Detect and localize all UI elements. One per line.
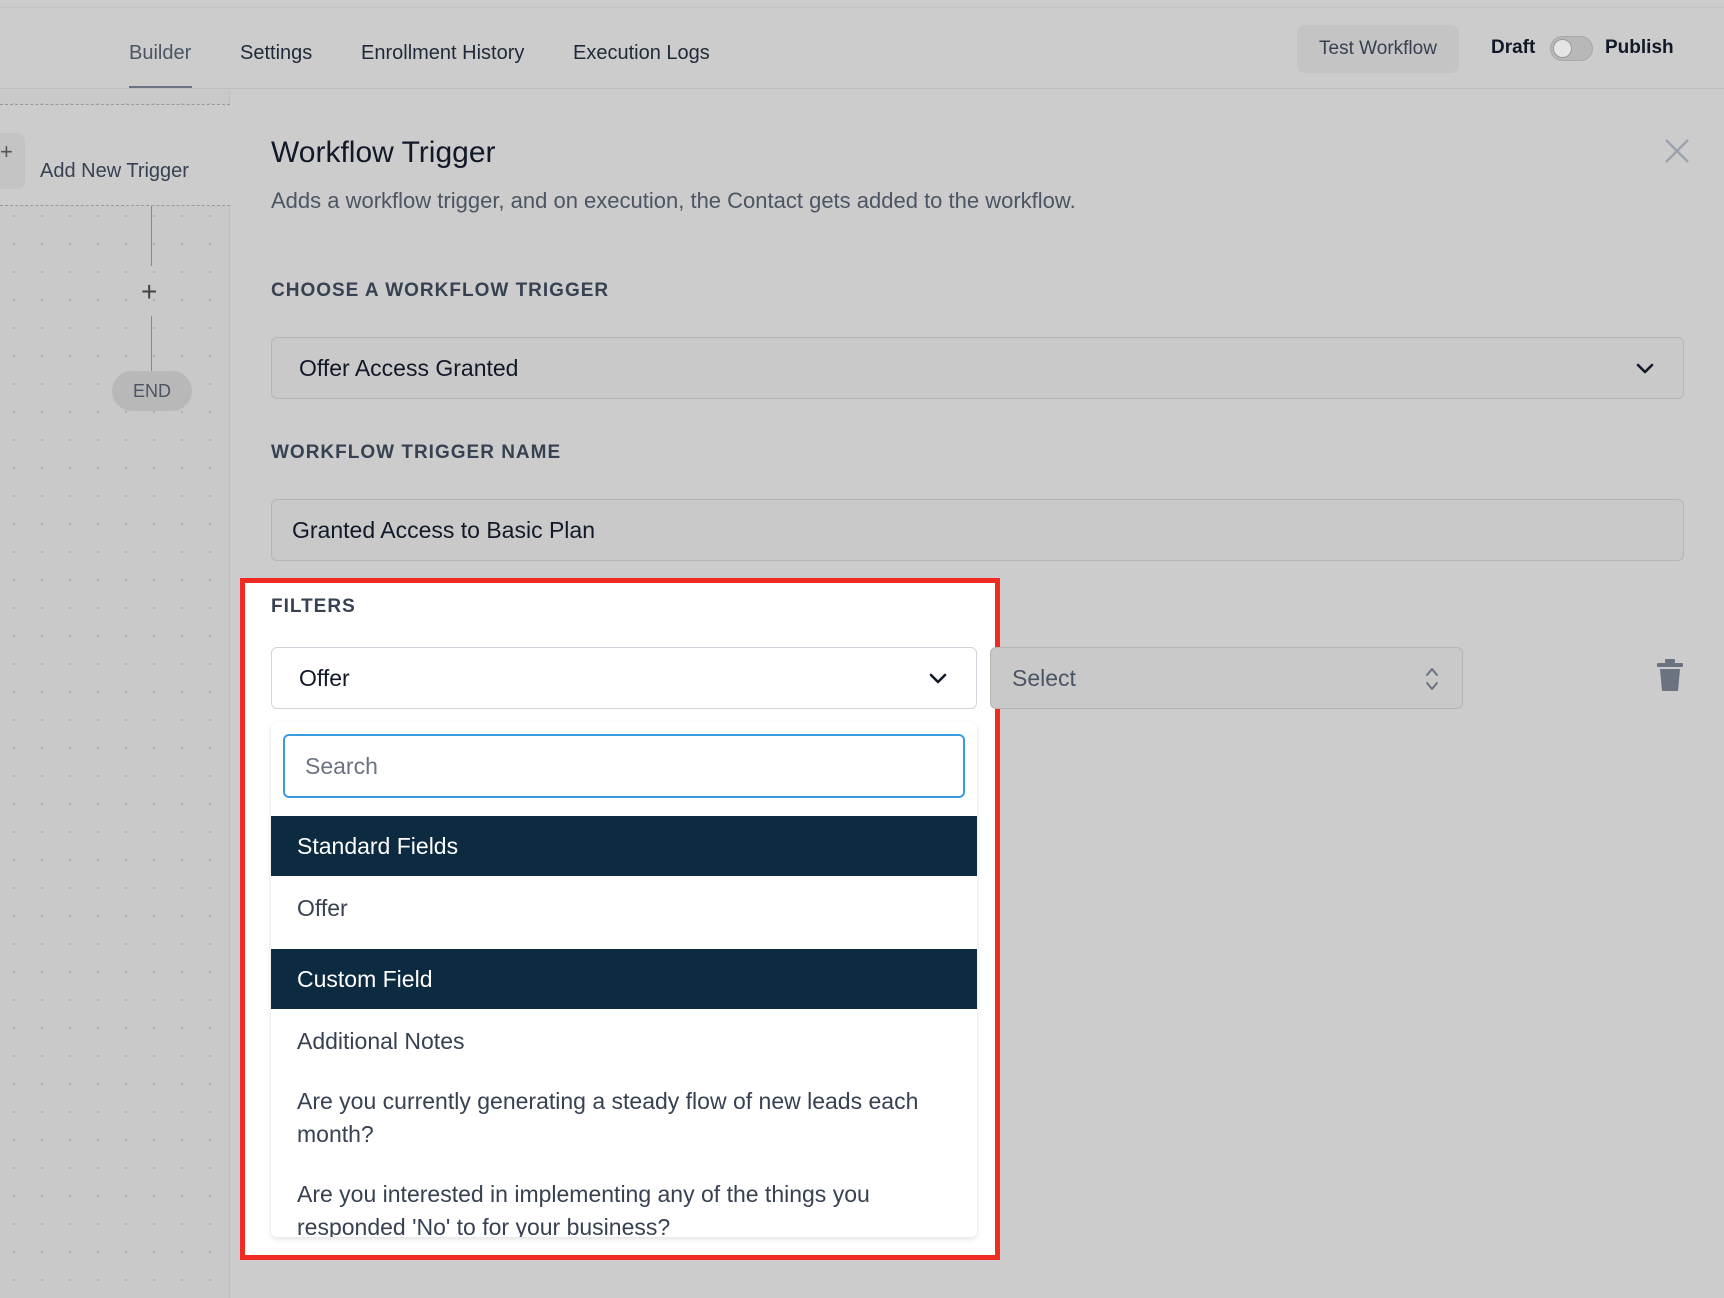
filter-field-dropdown: Standard Fields Offer Custom Field Addit… [271, 722, 977, 1237]
publish-toggle[interactable] [1550, 36, 1593, 61]
plus-icon: + [0, 139, 13, 164]
connector-line [151, 206, 152, 266]
filter-field-select[interactable]: Offer [271, 647, 977, 709]
dropdown-option[interactable]: Offer [297, 892, 947, 925]
tab-settings[interactable]: Settings [240, 42, 312, 65]
filter-field-value: Offer [299, 665, 350, 691]
group-header-standard-fields: Standard Fields [271, 816, 977, 876]
trigger-name-input[interactable]: Granted Access to Basic Plan [271, 499, 1684, 561]
publish-label: Publish [1605, 37, 1674, 58]
trash-icon[interactable] [1656, 658, 1684, 692]
up-down-chevron-icon [1426, 668, 1438, 690]
workflow-canvas[interactable]: + Add New Trigger + END [0, 90, 230, 1298]
dropdown-option[interactable]: Additional Notes [297, 1025, 947, 1058]
chevron-down-icon [929, 673, 947, 684]
connector-line [151, 316, 152, 372]
tab-enrollment-history[interactable]: Enrollment History [361, 42, 524, 65]
filter-operator-placeholder: Select [1012, 665, 1076, 691]
filters-label: FILTERS [271, 596, 356, 617]
trigger-select-value: Offer Access Granted [299, 355, 519, 381]
tab-execution-logs[interactable]: Execution Logs [573, 42, 710, 65]
top-divider [0, 0, 1724, 8]
panel-title: Workflow Trigger [271, 136, 496, 169]
test-workflow-button[interactable]: Test Workflow [1297, 25, 1459, 73]
top-bar: Builder Settings Enrollment History Exec… [0, 0, 1724, 89]
add-trigger-node[interactable]: + Add New Trigger [0, 104, 230, 206]
choose-trigger-label: CHOOSE A WORKFLOW TRIGGER [271, 280, 610, 301]
trigger-name-value: Granted Access to Basic Plan [292, 517, 595, 543]
active-tab-indicator [129, 86, 192, 88]
close-icon[interactable] [1662, 136, 1692, 166]
add-new-trigger-label[interactable]: Add New Trigger [40, 160, 189, 183]
end-node: END [112, 371, 192, 411]
draft-label: Draft [1491, 37, 1536, 58]
toggle-knob [1553, 39, 1572, 58]
panel-subtitle: Adds a workflow trigger, and on executio… [271, 188, 1076, 213]
tab-builder[interactable]: Builder [129, 42, 191, 65]
trigger-select[interactable]: Offer Access Granted [271, 337, 1684, 399]
search-input[interactable] [283, 734, 965, 798]
add-step-plus-icon[interactable]: + [141, 278, 157, 306]
chevron-down-icon [1636, 363, 1654, 374]
trigger-name-label: WORKFLOW TRIGGER NAME [271, 442, 562, 463]
dropdown-option[interactable]: Are you interested in implementing any o… [297, 1178, 947, 1237]
filter-operator-select[interactable]: Select [990, 647, 1463, 709]
group-header-custom-field: Custom Field [271, 949, 977, 1009]
dropdown-option[interactable]: Are you currently generating a steady fl… [297, 1085, 947, 1151]
